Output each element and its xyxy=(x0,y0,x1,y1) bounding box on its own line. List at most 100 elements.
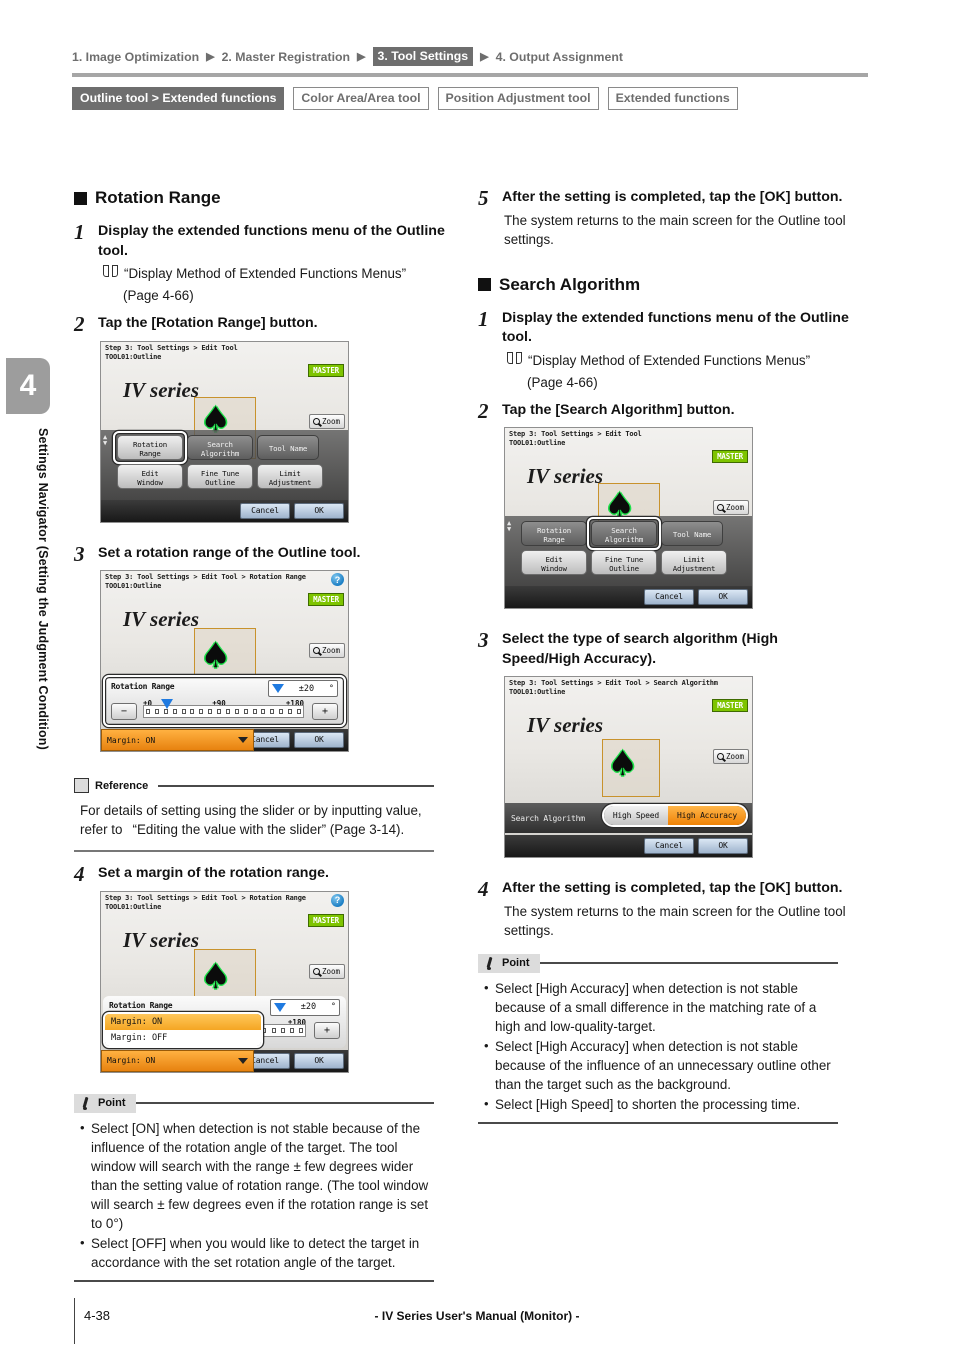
ok-button[interactable]: OK xyxy=(698,838,748,854)
point-item: Select [OFF] when you would like to dete… xyxy=(80,1233,434,1272)
search-algorithm-toggle[interactable]: High Speed High Accuracy xyxy=(601,804,748,827)
scroll-arrows-icon[interactable]: ▲ ▼ xyxy=(507,520,511,533)
rotation-value-field[interactable]: ±20 ° xyxy=(268,680,338,697)
rotation-unit: ° xyxy=(330,1002,336,1012)
toggle-option-high-accuracy[interactable]: High Accuracy xyxy=(667,806,746,825)
zoom-button[interactable]: Zoom xyxy=(308,963,345,979)
menu-button-search-algorithm[interactable]: Search Algorithm xyxy=(187,434,253,460)
zoom-button[interactable]: Zoom xyxy=(308,643,345,658)
zoom-button[interactable]: Zoom xyxy=(308,413,345,429)
tab-color-area-tool[interactable]: Color Area/Area tool xyxy=(293,87,429,110)
chapter-title-vertical: Settings Navigator (Setting the Judgment… xyxy=(36,428,50,750)
cancel-button[interactable]: Cancel xyxy=(240,502,290,519)
point-box-right: Point Select [High Accuracy] when detect… xyxy=(478,953,838,1124)
menu-button-fine-tune-outline[interactable]: Fine Tune Outline xyxy=(591,550,657,575)
zoom-button[interactable]: Zoom xyxy=(712,749,749,764)
point-item: Select [High Speed] to shorten the proce… xyxy=(484,1094,838,1114)
point-rule xyxy=(135,1102,434,1104)
point-body: Select [High Accuracy] when detection is… xyxy=(478,973,838,1122)
ok-button[interactable]: OK xyxy=(698,589,748,605)
decrement-button[interactable]: − xyxy=(111,703,137,720)
step-number: 2 xyxy=(478,398,489,423)
menu-button-line1: Tool Name xyxy=(672,530,712,539)
increment-button[interactable]: + xyxy=(314,1021,340,1039)
margin-selected-label: Margin: ON xyxy=(107,735,156,745)
increment-button[interactable]: + xyxy=(312,703,338,720)
tab-extended-functions[interactable]: Extended functions xyxy=(607,87,738,110)
menu-button-edit-window[interactable]: Edit Window xyxy=(117,463,183,489)
section-heading-search-algorithm: Search Algorithm xyxy=(478,275,856,295)
margin-dropdown-open[interactable]: Margin: ON Margin: OFF xyxy=(103,1011,263,1048)
point-tag-label: Point xyxy=(502,957,530,969)
dropdown-option-margin-on[interactable]: Margin: ON xyxy=(105,1013,261,1030)
workflow-step-4[interactable]: 4. Output Assignment xyxy=(496,50,623,64)
ok-button[interactable]: OK xyxy=(294,1052,344,1069)
chevron-down-icon xyxy=(238,1057,248,1064)
slider-ticks xyxy=(144,709,303,716)
rotation-range-panel: Rotation Range ±20 ° − + ±0 ±90 ±180 xyxy=(103,675,346,727)
menu-button-limit-adjustment[interactable]: Limit Adjustment xyxy=(661,550,727,575)
workflow-step-2[interactable]: 2. Master Registration xyxy=(222,50,350,64)
step-3: 3 Set a rotation range of the Outline to… xyxy=(74,541,452,765)
device-breadcrumb: Step 3: Tool Settings > Edit Tool > Rota… xyxy=(105,573,306,581)
cross-reference-page-label: (Page 4-66) xyxy=(123,288,194,303)
point-item: Select [High Accuracy] when detection is… xyxy=(484,978,838,1036)
reference-box: Reference For details of setting using t… xyxy=(74,776,434,852)
tab-outline-tool-extended-functions[interactable]: Outline tool > Extended functions xyxy=(72,87,285,110)
step-number: 3 xyxy=(74,541,85,566)
value-marker-icon xyxy=(274,1002,286,1012)
ok-button[interactable]: OK xyxy=(294,732,344,748)
ok-button[interactable]: OK xyxy=(294,502,344,519)
step-3: 3 Select the type of search algorithm (H… xyxy=(478,630,856,870)
spade-target-icon: ♠ xyxy=(203,631,229,680)
help-icon[interactable]: ? xyxy=(331,573,344,586)
cancel-button[interactable]: Cancel xyxy=(644,838,694,854)
chevron-down-icon xyxy=(238,737,248,743)
menu-button-tool-name[interactable]: Tool Name xyxy=(257,434,319,460)
zoom-button[interactable]: Zoom xyxy=(712,500,749,515)
manual-title: - IV Series User's Manual (Monitor) - xyxy=(374,1309,580,1323)
step-1: 1 Display the extended functions menu of… xyxy=(478,308,856,392)
magnifier-icon xyxy=(312,967,320,975)
chevron-right-icon-3: ▶ xyxy=(480,51,489,63)
menu-button-line2: Outline xyxy=(609,564,639,573)
menu-button-rotation-range[interactable]: Rotation Range xyxy=(521,521,587,546)
step-description: The system returns to the main screen fo… xyxy=(504,212,846,247)
device-tool-id: TOOL01:Outline xyxy=(509,439,566,447)
workflow-step-1[interactable]: 1. Image Optimization xyxy=(72,50,199,64)
value-marker-icon xyxy=(272,684,284,693)
cross-reference-label: “Display Method of Extended Functions Me… xyxy=(124,266,407,281)
step-5: 5 After the setting is completed, tap th… xyxy=(478,188,856,249)
cancel-button[interactable]: Cancel xyxy=(644,589,694,605)
point-rule xyxy=(539,962,838,964)
scroll-arrows-icon[interactable]: ▲ ▼ xyxy=(103,433,107,446)
workflow-step-3[interactable]: 3. Tool Settings xyxy=(372,47,474,66)
margin-dropdown-closed[interactable]: Margin: ON xyxy=(101,729,254,751)
step-number: 4 xyxy=(478,877,489,901)
cross-reference-label: “Display Method of Extended Functions Me… xyxy=(528,352,811,368)
rotation-slider-knob[interactable] xyxy=(161,699,173,709)
step-number: 4 xyxy=(74,862,85,886)
point-item: Select [ON] when detection is not stable… xyxy=(80,1118,434,1233)
section-heading-rotation-range: Rotation Range xyxy=(74,188,452,208)
rotation-value: ±20 xyxy=(300,1002,317,1012)
chapter-number: 4 xyxy=(6,358,50,414)
rotation-value-field[interactable]: ±20 ° xyxy=(270,998,340,1016)
dropdown-option-margin-off[interactable]: Margin: OFF xyxy=(105,1029,261,1046)
extended-functions-menu: ▲ ▼ Rotation Range Search Algorithm Tool … xyxy=(101,429,348,500)
toggle-option-high-speed[interactable]: High Speed xyxy=(603,806,668,825)
menu-button-limit-adjustment[interactable]: Limit Adjustment xyxy=(257,463,323,489)
device-logo: IV series xyxy=(123,927,200,952)
margin-dropdown-closed[interactable]: Margin: ON xyxy=(101,1049,254,1072)
section-heading-label: Search Algorithm xyxy=(499,274,641,294)
magnifier-icon xyxy=(312,417,320,425)
magnifier-icon xyxy=(716,753,724,760)
menu-button-tool-name[interactable]: Tool Name xyxy=(661,521,723,546)
menu-button-fine-tune-outline[interactable]: Fine Tune Outline xyxy=(187,463,253,489)
help-icon[interactable]: ? xyxy=(331,893,344,907)
tab-position-adjustment-tool[interactable]: Position Adjustment tool xyxy=(437,87,599,110)
step-title: Set a margin of the rotation range. xyxy=(98,865,329,881)
menu-button-edit-window[interactable]: Edit Window xyxy=(521,550,587,575)
left-column: Rotation Range 1 Display the extended fu… xyxy=(74,188,452,1288)
menu-button-line2: Algorithm xyxy=(200,448,240,458)
